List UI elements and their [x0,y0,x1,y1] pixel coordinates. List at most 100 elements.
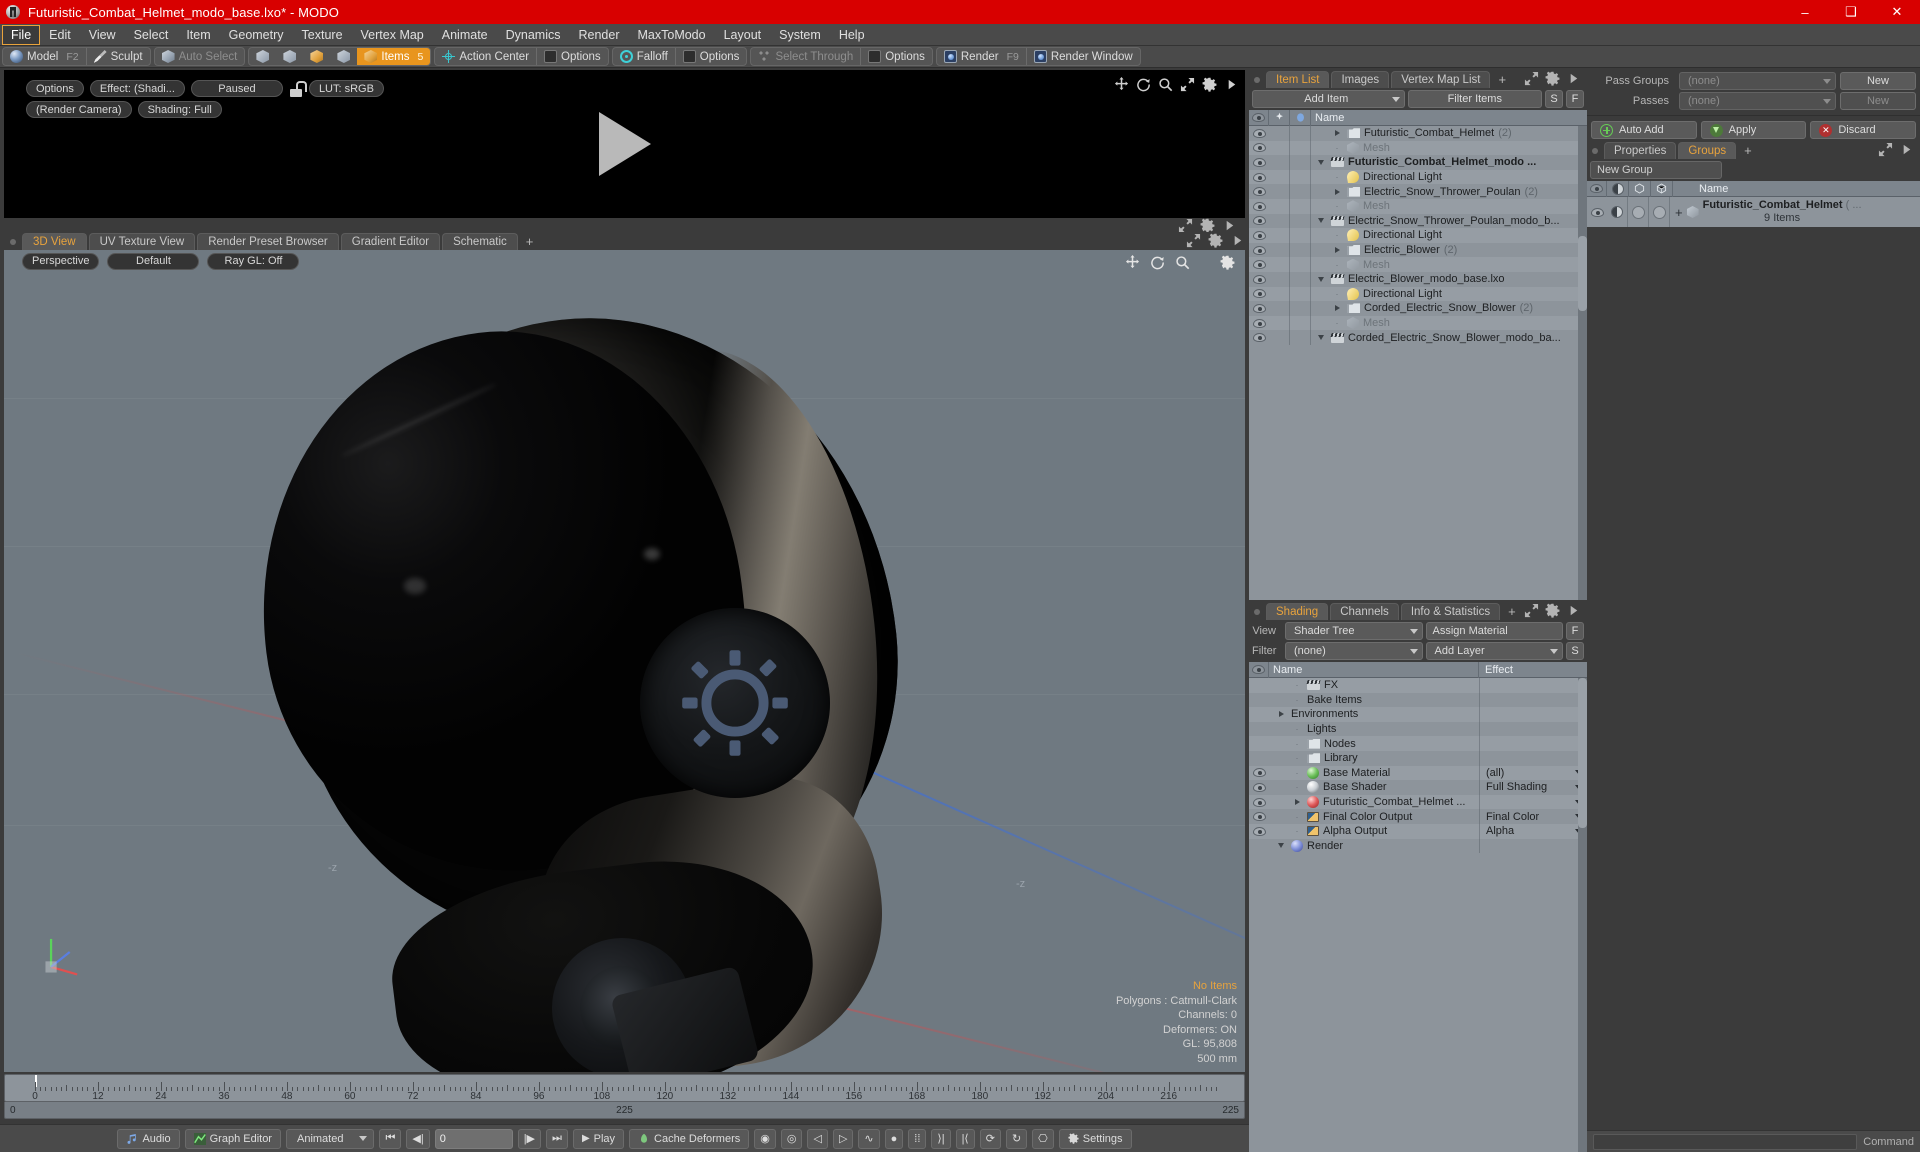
timeline-panel[interactable]: 0 12 24 36 48 60 72 84 96 108 120 132 144 156 168 180 19… [4,1074,1245,1124]
render-preview-panel[interactable]: Options Effect: (Shadi... Paused LUT: sR… [4,70,1245,218]
row-toggle-cell[interactable] [1290,140,1311,156]
tab-gradient-editor[interactable]: Gradient Editor [340,233,441,250]
play-preview-button[interactable] [598,112,651,176]
go-to-start-button[interactable]: ⏮ [379,1128,402,1149]
item-row-name[interactable]: Futuristic_Combat_Helmet_modo ... [1311,156,1587,168]
table-row[interactable]: · Final Color Output Final Color [1249,809,1587,824]
row-visibility-toggle[interactable] [1249,201,1269,211]
collapse-arrow-icon[interactable] [1275,843,1287,849]
shader-row-name[interactable]: Environments [1269,708,1479,720]
next-frame-button[interactable]: |▶ [517,1128,542,1149]
filter-items-button[interactable]: Filter Items [1407,90,1542,108]
panel-menu-icon[interactable] [1566,71,1581,86]
cache-deformers-button[interactable]: Cache Deformers [629,1128,750,1149]
graph-editor-button[interactable]: Graph Editor [184,1128,281,1149]
expand-arrow-icon[interactable] [1331,305,1343,312]
row-toggle-cell[interactable] [1290,228,1311,243]
falloff-options-button[interactable]: Options [676,48,747,65]
add-item-button[interactable]: Add Item [1252,90,1405,108]
shading-f-button[interactable]: F [1566,622,1584,640]
panel-menu-icon[interactable] [1899,142,1914,157]
menu-vertex-map[interactable]: Vertex Map [352,25,433,45]
current-frame-input[interactable]: 0 [434,1128,513,1149]
row-visibility-toggle[interactable] [1249,782,1269,792]
panel-menu-icon[interactable] [1222,218,1237,233]
falloff-button[interactable]: Falloff [613,48,675,65]
row-toggle-cell[interactable] [1269,155,1290,170]
table-row[interactable]: Futuristic_Combat_Helmet_modo ... [1249,155,1587,170]
row-toggle-cell[interactable] [1290,301,1311,316]
gear-icon[interactable] [1545,603,1560,618]
menu-help[interactable]: Help [830,25,874,45]
items-mode-button[interactable]: Items 5 [357,48,431,65]
tab-3d-view[interactable]: 3D View [22,233,87,250]
assign-material-button[interactable]: Assign Material [1425,622,1563,640]
audio-button[interactable]: Audio [117,1128,180,1149]
tab-info-statistics[interactable]: Info & Statistics [1400,603,1501,620]
passes-dropdown[interactable]: (none) [1679,92,1836,110]
row-visibility-toggle[interactable] [1249,318,1269,328]
row-visibility-toggle[interactable] [1249,797,1269,807]
row-toggle-cell[interactable] [1269,213,1290,229]
shader-tree[interactable]: · FX · Bake Items Environments · Lights · Nodes ·… [1249,678,1587,1152]
row-toggle-cell[interactable] [1269,330,1290,345]
panel-menu-icon[interactable] [1566,603,1581,618]
prev-key-button[interactable]: ◁ [807,1128,828,1149]
zoom-icon[interactable] [1158,77,1173,92]
row-toggle-cell[interactable] [1269,140,1290,156]
menu-file[interactable]: File [2,24,41,45]
row-wireframe-checkbox[interactable] [1631,205,1645,219]
curve-tangent-button[interactable]: ∿ [858,1128,880,1149]
menu-maxtomodo[interactable]: MaxToModo [629,25,715,45]
loop-end-button[interactable]: |⟨ [955,1128,975,1149]
row-visibility-toggle[interactable] [1249,216,1269,226]
item-row-name[interactable]: Electric_Snow_Thrower_Poulan_modo_b... [1311,215,1587,227]
row-visibility-toggle[interactable] [1249,333,1269,343]
shader-effect-cell[interactable]: Alpha [1479,823,1587,839]
row-toggle-cell[interactable] [1269,228,1290,243]
expand-arrow-icon[interactable] [1331,188,1343,195]
item-row-name[interactable]: Electric_Blower_modo_base.lxo [1311,273,1587,285]
new-group-input[interactable]: New Group [1590,161,1722,179]
timeline-range-bar[interactable]: 0 225 225 [4,1102,1245,1119]
tab-render-preset-browser[interactable]: Render Preset Browser [197,233,339,250]
row-toggle-cell[interactable] [1290,155,1311,170]
add-tab-button[interactable]: + [1492,72,1512,87]
row-visibility-toggle[interactable] [1249,187,1269,197]
row-visibility-toggle[interactable] [1249,260,1269,270]
menu-item[interactable]: Item [177,25,219,45]
panel-menu-icon[interactable] [1230,233,1245,248]
maximize-viewport-icon[interactable] [1178,218,1193,233]
close-button[interactable]: ✕ [1874,0,1920,24]
minimize-button[interactable]: – [1782,0,1828,24]
row-visibility-toggle[interactable] [1249,143,1269,153]
key-all-button[interactable]: ◉ [754,1128,776,1149]
shader-row-name[interactable]: · Base Shader [1269,781,1479,794]
pan-icon[interactable] [1125,255,1140,270]
maximize-button[interactable]: ❑ [1828,0,1874,24]
item-row-name[interactable]: · Directional Light [1311,229,1587,242]
menu-render[interactable]: Render [570,25,629,45]
new-pass-button[interactable]: New [1840,92,1916,110]
loop-start-button[interactable]: ⟩| [931,1128,951,1149]
row-shade-icon[interactable] [1611,206,1623,218]
table-row[interactable]: Render [1249,838,1587,854]
shader-effect-cell[interactable]: Full Shading [1479,780,1587,795]
table-row[interactable]: Environments [1249,707,1587,722]
tab-properties[interactable]: Properties [1604,142,1677,159]
select-through-button[interactable]: Select Through [751,48,860,65]
groups-tree[interactable]: + Futuristic_Combat_Helmet ( ... 9 Items [1587,197,1920,227]
row-toggle-cell[interactable] [1269,315,1290,331]
panel-handle-icon[interactable] [10,239,16,245]
row-visibility-toggle[interactable] [1587,207,1607,217]
table-row[interactable]: · Lights [1249,721,1587,737]
maximize-panel-icon[interactable] [1524,603,1539,618]
tab-channels[interactable]: Channels [1330,603,1399,620]
tab-vertex-map-list[interactable]: Vertex Map List [1391,71,1491,88]
rotate-icon[interactable] [1136,77,1151,92]
shading-s-button[interactable]: S [1566,642,1584,660]
shader-row-name[interactable]: · Alpha Output [1269,825,1479,837]
row-toggle-cell[interactable] [1269,242,1290,258]
select-through-options-button[interactable]: Options [861,48,932,65]
rotate-icon[interactable] [1150,255,1165,270]
